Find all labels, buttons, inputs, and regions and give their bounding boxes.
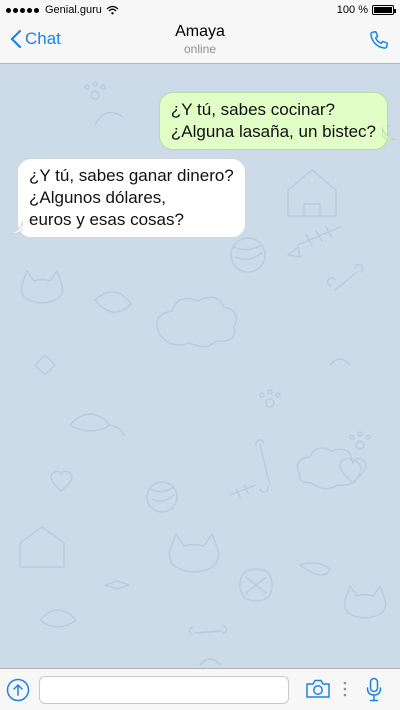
- attach-button[interactable]: [6, 678, 30, 707]
- phone-icon: [370, 31, 388, 49]
- chat-area[interactable]: ¿Y tú, sabes cocinar? ¿Alguna lasaña, un…: [0, 65, 400, 668]
- message-composer: [0, 668, 400, 710]
- bubble-tail-icon: [9, 221, 23, 235]
- bubble-tail-icon: [382, 127, 396, 141]
- chevron-left-icon: [10, 29, 22, 49]
- back-label: Chat: [25, 29, 61, 48]
- microphone-button[interactable]: [366, 677, 382, 708]
- vertical-dots-icon[interactable]: [343, 681, 347, 697]
- message-line: ¿Algunos dólares,: [29, 188, 167, 207]
- back-button[interactable]: Chat: [10, 29, 61, 49]
- call-button[interactable]: [368, 29, 390, 56]
- message-line: ¿Y tú, sabes cocinar?: [170, 100, 336, 119]
- contact-info[interactable]: Amaya online: [100, 23, 300, 56]
- wifi-icon: [106, 5, 119, 15]
- contact-name: Amaya: [175, 23, 225, 40]
- message-line: euros y esas cosas?: [29, 210, 184, 229]
- chat-wallpaper: [19, 81, 391, 666]
- message-input[interactable]: [39, 676, 289, 704]
- message-line: ¿Alguna lasaña, un bistec?: [170, 122, 376, 141]
- battery-text: 100 %: [336, 4, 368, 16]
- signal-dots-icon: [6, 7, 39, 13]
- message-line: ¿Y tú, sabes ganar dinero?: [29, 166, 234, 185]
- chat-header: Chat Amaya online: [0, 20, 400, 64]
- contact-status: online: [183, 42, 217, 56]
- battery-indicator: 100 %: [336, 4, 396, 16]
- incoming-message-bubble[interactable]: ¿Y tú, sabes ganar dinero? ¿Algunos dóla…: [17, 158, 246, 238]
- microphone-icon: [366, 677, 382, 702]
- camera-icon: [306, 679, 330, 698]
- attach-arrow-icon: [6, 678, 30, 702]
- camera-button[interactable]: [305, 678, 331, 705]
- outgoing-message-bubble[interactable]: ¿Y tú, sabes cocinar? ¿Alguna lasaña, un…: [158, 92, 388, 150]
- status-bar: Genial.guru 100 %: [0, 0, 400, 20]
- carrier-name: Genial.guru: [45, 4, 102, 16]
- battery-icon: [372, 5, 396, 15]
